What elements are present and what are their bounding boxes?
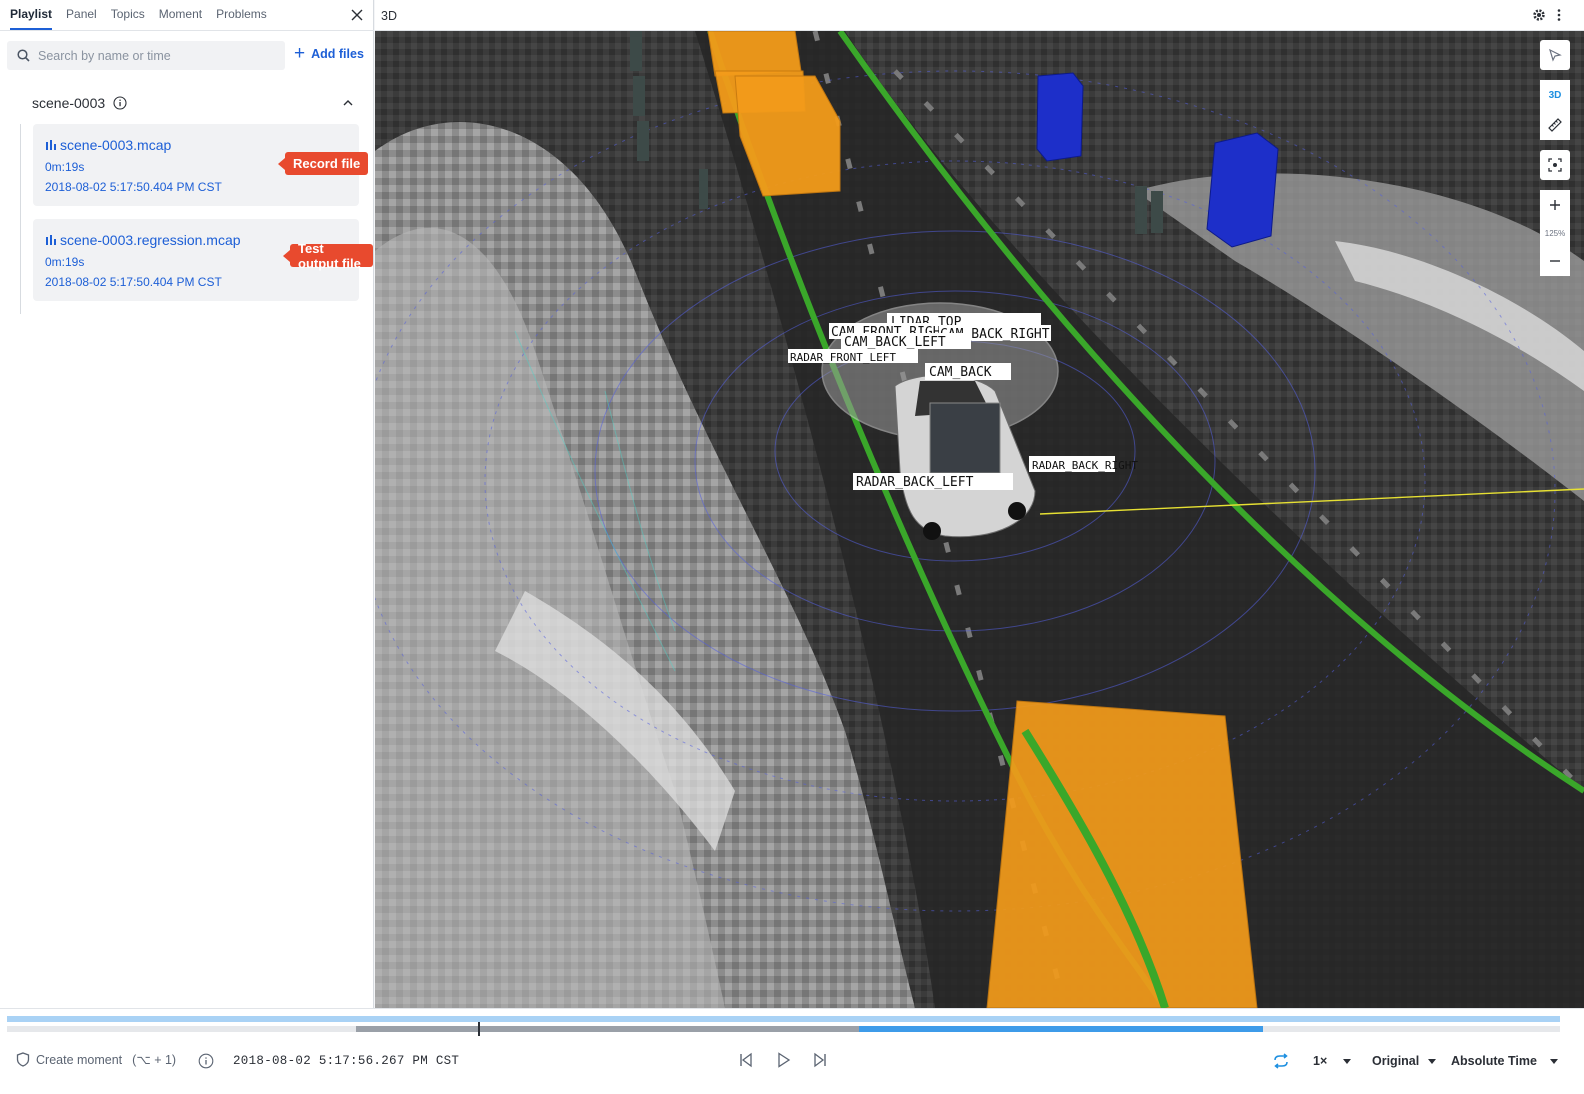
sidebar: Playlist Panel Topics Moment Problems + … [0,0,374,1008]
3d-toolbar: 3D 125% [1540,40,1570,286]
ruler-icon [1548,118,1562,132]
tab-topics[interactable]: Topics [111,0,145,30]
search-icon [17,49,30,62]
zoom-tools: 125% [1540,190,1570,276]
file-name-row: scene-0003.mcap [45,137,171,153]
transport-controls [737,1051,848,1069]
focus-icon [1548,158,1562,172]
timeline-scrubber[interactable] [7,1022,1560,1036]
speed-dropdown[interactable]: 1× [1313,1054,1352,1068]
3d-panel: 3D LIDAR_TOP CAM_FRONT_RIGHT CAM_BACK_RI… [375,0,1584,1008]
file-date: 2018-08-02 5:17:50.404 PM CST [45,180,222,194]
tab-moment[interactable]: Moment [159,0,202,30]
playback-bar: Create moment (⌥ + 1) 2018-08-02 5:17:56… [0,1008,1584,1094]
file-duration: 0m:19s [45,255,85,269]
scene-label-cam-back-left: CAM_BACK_LEFT [844,335,946,350]
gear-icon[interactable] [1532,8,1546,22]
zoom-out-button[interactable] [1540,246,1570,276]
time-format-value: Absolute Time [1451,1054,1537,1068]
loaded-range-bar [7,1016,1560,1022]
scene-label-radar-back-right: RADAR_BACK_RIGHT [1032,459,1138,472]
3d-viewport[interactable]: LIDAR_TOP CAM_FRONT_RIGHT CAM_BACK_RIGHT… [375,31,1584,1008]
caret-down-icon [1343,1058,1352,1064]
skip-back-icon[interactable] [737,1051,755,1069]
file-duration: 0m:19s [45,160,85,174]
plus-icon [1550,200,1560,210]
close-icon[interactable] [349,7,365,23]
shield-icon [16,1052,30,1067]
create-moment-shortcut: (⌥ + 1) [132,1053,177,1067]
info-icon[interactable] [198,1053,214,1069]
caret-down-icon [1428,1058,1437,1064]
search-box [7,41,285,70]
create-moment-label: Create moment [36,1052,123,1067]
add-files-label: Add files [311,47,364,61]
add-files-button[interactable]: + Add files [294,43,364,64]
mode-3d-label: 3D [1548,89,1562,101]
skip-forward-icon[interactable] [811,1051,829,1069]
tab-panel[interactable]: Panel [66,0,97,30]
app-root: Playlist Panel Topics Moment Problems + … [0,0,1584,1094]
timeline-range-blue [859,1026,1263,1032]
playback-mode-value: Original [1372,1054,1420,1068]
caret-down-icon [1549,1058,1558,1064]
tab-playlist[interactable]: Playlist [10,0,53,30]
file-date: 2018-08-02 5:17:50.404 PM CST [45,275,222,289]
playhead[interactable] [478,1022,480,1036]
sidebar-tabs: Playlist Panel Topics Moment Problems [0,0,374,31]
time-format-dropdown[interactable]: Absolute Time [1451,1054,1558,1068]
record-file-callout: Record file [277,152,369,175]
select-tool-button[interactable] [1540,40,1570,70]
file-name: scene-0003.mcap [60,137,172,153]
speed-value: 1× [1313,1054,1328,1068]
loop-icon[interactable] [1272,1052,1290,1070]
bar-chart-icon [46,140,56,150]
info-icon[interactable] [113,96,127,110]
test-output-callout: Test output file [283,241,373,271]
measure-button[interactable] [1540,110,1570,140]
file-name-row: scene-0003.regression.mcap [45,232,241,248]
panel-title: 3D [381,9,397,23]
more-icon[interactable] [1556,8,1562,22]
zoom-level: 125% [1540,220,1570,246]
mode-3d-button[interactable]: 3D [1540,80,1570,110]
fit-view-button[interactable] [1540,150,1570,180]
playback-mode-dropdown[interactable]: Original [1372,1054,1437,1068]
bar-chart-icon [46,235,56,245]
scene-title: scene-0003 [32,95,106,111]
tab-problems[interactable]: Problems [216,0,267,30]
scene-label-cam-back: CAM_BACK [929,365,992,380]
timeline-range-gray [356,1026,859,1032]
minus-icon [1550,260,1560,262]
play-icon[interactable] [774,1051,792,1069]
plus-icon: + [294,43,306,64]
view-tools: 3D [1540,80,1570,140]
current-time: 2018-08-02 5:17:56.267 PM CST [233,1054,460,1068]
panel-header: 3D [375,0,1584,31]
search-input[interactable] [38,48,268,63]
scene-label-radar-front-left: RADAR_FRONT_LEFT [790,351,896,364]
scene-header[interactable]: scene-0003 [32,93,356,113]
chevron-up-icon[interactable] [342,97,354,109]
tree-guide-line [20,124,21,314]
scene-label-radar-back-left: RADAR_BACK_LEFT [856,475,974,490]
zoom-in-button[interactable] [1540,190,1570,220]
create-moment-button[interactable]: Create moment (⌥ + 1) [16,1052,176,1067]
cursor-icon [1549,48,1562,62]
file-name: scene-0003.regression.mcap [60,232,241,248]
